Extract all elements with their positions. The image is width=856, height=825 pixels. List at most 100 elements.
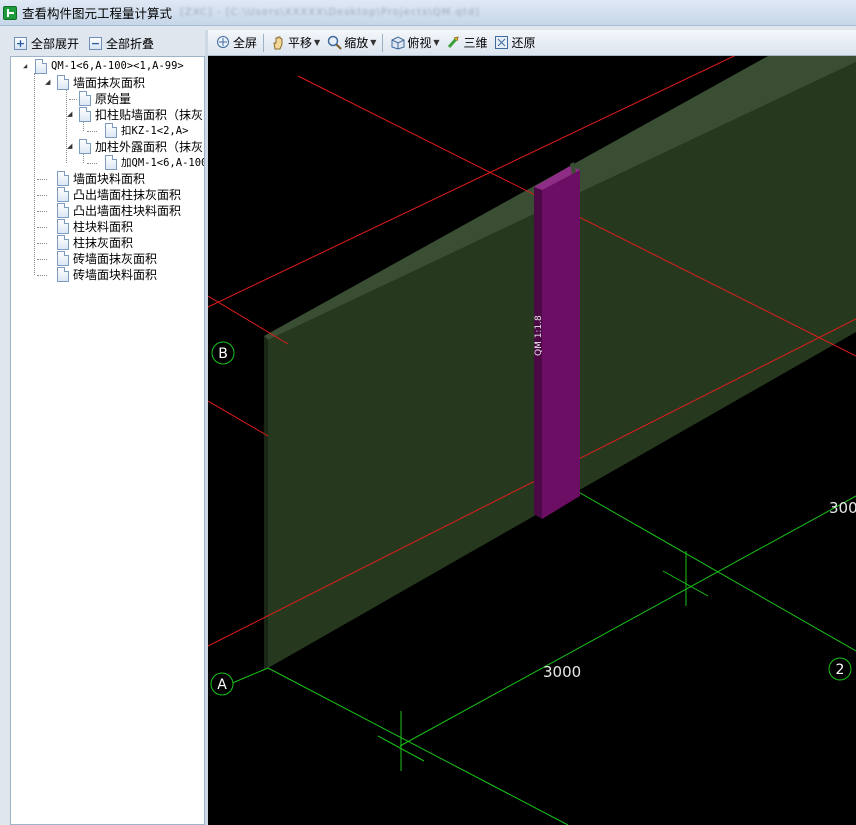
full-screen-label: 全屏 bbox=[233, 36, 258, 50]
expand-all-label: 全部展开 bbox=[31, 36, 80, 51]
tree-node[interactable]: 加QM-1<6,A-100> bbox=[93, 154, 205, 170]
document-icon bbox=[35, 58, 47, 74]
column-front bbox=[542, 170, 580, 519]
tree-node-label: 柱抹灰面积 bbox=[73, 235, 134, 250]
document-icon bbox=[57, 234, 69, 250]
three-d-label: 三维 bbox=[463, 36, 488, 50]
axis-marker-b[interactable]: B bbox=[211, 341, 235, 365]
top-view-button[interactable]: 俯视 ▼ bbox=[386, 32, 442, 54]
tree-connector bbox=[34, 73, 35, 275]
document-icon bbox=[79, 90, 91, 106]
hand-icon bbox=[270, 35, 286, 51]
axis-label-a: A bbox=[217, 677, 227, 693]
tree-node-label: 墙面块料面积 bbox=[73, 171, 146, 186]
window-title: 查看构件图元工程量计算式 bbox=[22, 6, 173, 21]
rotate-3d-icon bbox=[446, 35, 462, 51]
top-view-label: 俯视 bbox=[407, 36, 432, 50]
tree-node[interactable]: 凸出墙面柱块料面积 bbox=[45, 202, 181, 218]
tree-node[interactable]: ◢ 墙面抹灰面积 bbox=[45, 74, 145, 90]
document-icon bbox=[57, 186, 69, 202]
tree-node[interactable]: 砖墙面抹灰面积 bbox=[45, 250, 157, 266]
tree-node[interactable]: 柱块料面积 bbox=[45, 218, 133, 234]
quantity-tree: ◢ QM-1<6,A-100><1,A-99> ◢ 墙面抹灰面积 原始量 ◢ 扣柱贴墙面积（… bbox=[10, 56, 205, 825]
document-icon bbox=[57, 74, 69, 90]
tree-node-label: 加QM-1<6,A-100> bbox=[121, 156, 205, 169]
document-icon bbox=[105, 154, 117, 170]
magnifier-icon bbox=[326, 35, 342, 51]
expand-all-button[interactable]: + 全部展开 bbox=[10, 32, 83, 54]
tree-node[interactable]: ◢ 加柱外露面积（抹灰 bbox=[67, 138, 203, 154]
zoom-extents-icon bbox=[215, 35, 231, 51]
three-d-button[interactable]: 三维 bbox=[443, 32, 491, 54]
tree-connector bbox=[83, 121, 84, 131]
plus-icon: + bbox=[14, 36, 27, 50]
window-path: [ZXC] - [C:\Users\XXXXX\Desktop\Projects… bbox=[180, 7, 480, 18]
collapse-triangle-icon[interactable]: ◢ bbox=[23, 62, 32, 71]
axis-marker-a[interactable]: A bbox=[210, 672, 234, 696]
tree-node-label: 凸出墙面柱块料面积 bbox=[73, 203, 182, 218]
tree-node[interactable]: ◢ QM-1<6,A-100><1,A-99> bbox=[23, 58, 184, 74]
tree-node[interactable]: 原始量 bbox=[67, 90, 131, 106]
tree-node[interactable]: ◢ 扣柱贴墙面积（抹灰 bbox=[67, 106, 203, 122]
app-icon bbox=[3, 5, 17, 20]
zoom-button[interactable]: 缩放 ▼ bbox=[323, 32, 379, 54]
axis-marker-2[interactable]: 2 bbox=[828, 657, 852, 681]
restore-view-icon bbox=[494, 35, 510, 51]
restore-button[interactable]: 还原 bbox=[491, 32, 539, 54]
tree-connector bbox=[83, 153, 84, 163]
pan-label: 平移 bbox=[288, 36, 313, 50]
full-screen-button[interactable]: 全屏 bbox=[212, 32, 260, 54]
tree-node-label: 墙面抹灰面积 bbox=[73, 75, 146, 90]
tree-node-label: 扣KZ-1<2,A> bbox=[121, 124, 189, 137]
tree-node[interactable]: 墙面块料面积 bbox=[45, 170, 145, 186]
tree-node-label: 扣柱贴墙面积（抹灰 bbox=[95, 107, 204, 122]
chevron-down-icon[interactable]: ▼ bbox=[433, 38, 439, 47]
tree-node-label: 柱块料面积 bbox=[73, 219, 134, 234]
document-icon bbox=[79, 138, 91, 154]
dimension-bottom: 3000 bbox=[543, 663, 581, 681]
document-icon bbox=[57, 266, 69, 282]
axis-label-2: 2 bbox=[836, 662, 845, 678]
tree-node-label: 砖墙面块料面积 bbox=[73, 267, 158, 282]
collapse-all-label: 全部折叠 bbox=[106, 36, 155, 51]
tree-toolbar: + 全部展开 − 全部折叠 bbox=[10, 30, 205, 56]
restore-label: 还原 bbox=[511, 36, 536, 50]
tree-node[interactable]: 凸出墙面柱抹灰面积 bbox=[45, 186, 181, 202]
title-bar: 查看构件图元工程量计算式 [ZXC] - [C:\Users\XXXXX\Des… bbox=[0, 0, 856, 26]
tree-node[interactable]: 扣KZ-1<2,A> bbox=[93, 122, 188, 138]
tree-node-label: QM-1<6,A-100><1,A-99> bbox=[51, 60, 184, 72]
3d-viewport[interactable]: QM 1:1.8 B A 2 3000 300 bbox=[208, 56, 856, 825]
tree-node[interactable]: 柱抹灰面积 bbox=[45, 234, 133, 250]
zoom-label: 缩放 bbox=[344, 36, 369, 50]
cube-icon bbox=[389, 35, 405, 51]
axis-label-b: B bbox=[218, 346, 228, 362]
tree-node[interactable]: 砖墙面块料面积 bbox=[45, 266, 157, 282]
collapse-triangle-icon[interactable]: ◢ bbox=[67, 142, 76, 151]
minus-icon: − bbox=[89, 36, 103, 50]
collapse-triangle-icon[interactable]: ◢ bbox=[67, 110, 76, 119]
document-icon bbox=[57, 218, 69, 234]
chevron-down-icon[interactable]: ▼ bbox=[370, 38, 376, 47]
toolbar-separator bbox=[382, 33, 384, 52]
tree-node-label: 原始量 bbox=[95, 91, 132, 106]
document-icon bbox=[57, 250, 69, 266]
document-icon bbox=[79, 106, 91, 122]
wall-end-face bbox=[264, 336, 268, 670]
tree-node-label: 砖墙面抹灰面积 bbox=[73, 251, 158, 266]
collapse-triangle-icon[interactable]: ◢ bbox=[45, 78, 54, 87]
collapse-all-button[interactable]: − 全部折叠 bbox=[85, 32, 158, 54]
document-icon bbox=[105, 122, 117, 138]
chevron-down-icon[interactable]: ▼ bbox=[314, 38, 320, 47]
pan-button[interactable]: 平移 ▼ bbox=[267, 32, 323, 54]
view-toolbar: 全屏 平移 ▼ 缩放 ▼ 俯视 ▼ 三维 还原 bbox=[208, 30, 856, 56]
